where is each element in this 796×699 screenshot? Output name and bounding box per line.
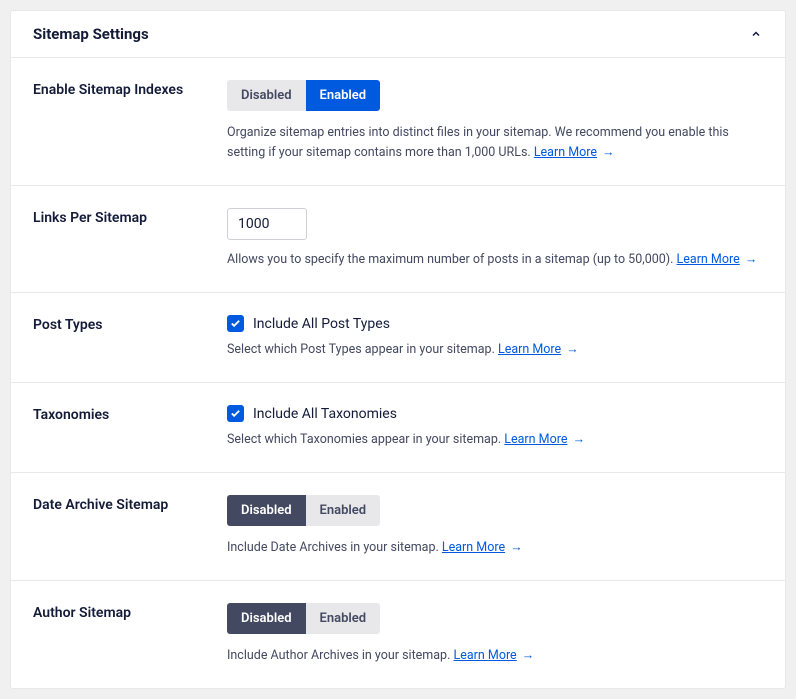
learn-more-link[interactable]: Learn More — [498, 342, 561, 357]
setting-enable-indexes: Enable Sitemap Indexes Disabled Enabled … — [11, 58, 785, 186]
arrow-right-icon: → — [519, 648, 535, 663]
setting-description: Include Date Archives in your sitemap. L… — [227, 538, 763, 558]
setting-label: Enable Sitemap Indexes — [33, 80, 227, 163]
toggle-author-sitemap: Disabled Enabled — [227, 603, 380, 634]
setting-description: Select which Post Types appear in your s… — [227, 340, 763, 360]
arrow-right-icon: → — [569, 432, 585, 447]
toggle-enabled-button[interactable]: Enabled — [306, 603, 381, 634]
toggle-enabled-button[interactable]: Enabled — [306, 495, 381, 526]
setting-label: Date Archive Sitemap — [33, 495, 227, 558]
arrow-right-icon: → — [563, 342, 579, 357]
toggle-disabled-button[interactable]: Disabled — [227, 80, 306, 111]
setting-label: Taxonomies — [33, 405, 227, 450]
desc-text: Include Author Archives in your sitemap. — [227, 648, 450, 663]
learn-more-link[interactable]: Learn More — [534, 145, 597, 160]
setting-label: Links Per Sitemap — [33, 208, 227, 270]
toggle-enable-indexes: Disabled Enabled — [227, 80, 380, 111]
desc-text: Organize sitemap entries into distinct f… — [227, 125, 729, 160]
setting-label: Author Sitemap — [33, 603, 227, 666]
setting-description: Organize sitemap entries into distinct f… — [227, 123, 763, 163]
learn-more-link[interactable]: Learn More — [454, 648, 517, 663]
setting-content: Allows you to specify the maximum number… — [227, 208, 763, 270]
sitemap-settings-panel: Sitemap Settings Enable Sitemap Indexes … — [10, 10, 786, 689]
desc-text: Include Date Archives in your sitemap. — [227, 540, 439, 555]
setting-content: Include All Taxonomies Select which Taxo… — [227, 405, 763, 450]
setting-description: Include Author Archives in your sitemap.… — [227, 646, 763, 666]
setting-links-per-sitemap: Links Per Sitemap Allows you to specify … — [11, 186, 785, 293]
links-per-sitemap-input[interactable] — [227, 208, 307, 240]
setting-description: Allows you to specify the maximum number… — [227, 250, 763, 270]
learn-more-link[interactable]: Learn More — [504, 432, 567, 447]
include-taxonomies-checkbox[interactable] — [227, 405, 244, 422]
arrow-right-icon: → — [507, 540, 523, 555]
desc-text: Allows you to specify the maximum number… — [227, 252, 673, 267]
toggle-disabled-button[interactable]: Disabled — [227, 603, 306, 634]
setting-description: Select which Taxonomies appear in your s… — [227, 430, 763, 450]
toggle-date-archive: Disabled Enabled — [227, 495, 380, 526]
desc-text: Select which Post Types appear in your s… — [227, 342, 495, 357]
desc-text: Select which Taxonomies appear in your s… — [227, 432, 501, 447]
learn-more-link[interactable]: Learn More — [677, 252, 740, 267]
setting-content: Disabled Enabled Organize sitemap entrie… — [227, 80, 763, 163]
arrow-right-icon: → — [599, 145, 615, 160]
panel-header[interactable]: Sitemap Settings — [11, 11, 785, 58]
setting-date-archive: Date Archive Sitemap Disabled Enabled In… — [11, 473, 785, 581]
setting-content: Disabled Enabled Include Author Archives… — [227, 603, 763, 666]
learn-more-link[interactable]: Learn More — [442, 540, 505, 555]
checkbox-label: Include All Taxonomies — [253, 406, 397, 422]
setting-label: Post Types — [33, 315, 227, 360]
setting-content: Disabled Enabled Include Date Archives i… — [227, 495, 763, 558]
include-post-types-checkbox[interactable] — [227, 315, 244, 332]
toggle-disabled-button[interactable]: Disabled — [227, 495, 306, 526]
checkbox-label: Include All Post Types — [253, 316, 390, 332]
toggle-enabled-button[interactable]: Enabled — [306, 80, 381, 111]
panel-title: Sitemap Settings — [33, 25, 149, 43]
chevron-up-icon — [749, 27, 763, 41]
checkbox-row: Include All Post Types — [227, 315, 763, 332]
setting-taxonomies: Taxonomies Include All Taxonomies Select… — [11, 383, 785, 473]
setting-content: Include All Post Types Select which Post… — [227, 315, 763, 360]
checkbox-row: Include All Taxonomies — [227, 405, 763, 422]
arrow-right-icon: → — [742, 252, 758, 267]
setting-author-sitemap: Author Sitemap Disabled Enabled Include … — [11, 581, 785, 688]
setting-post-types: Post Types Include All Post Types Select… — [11, 293, 785, 383]
